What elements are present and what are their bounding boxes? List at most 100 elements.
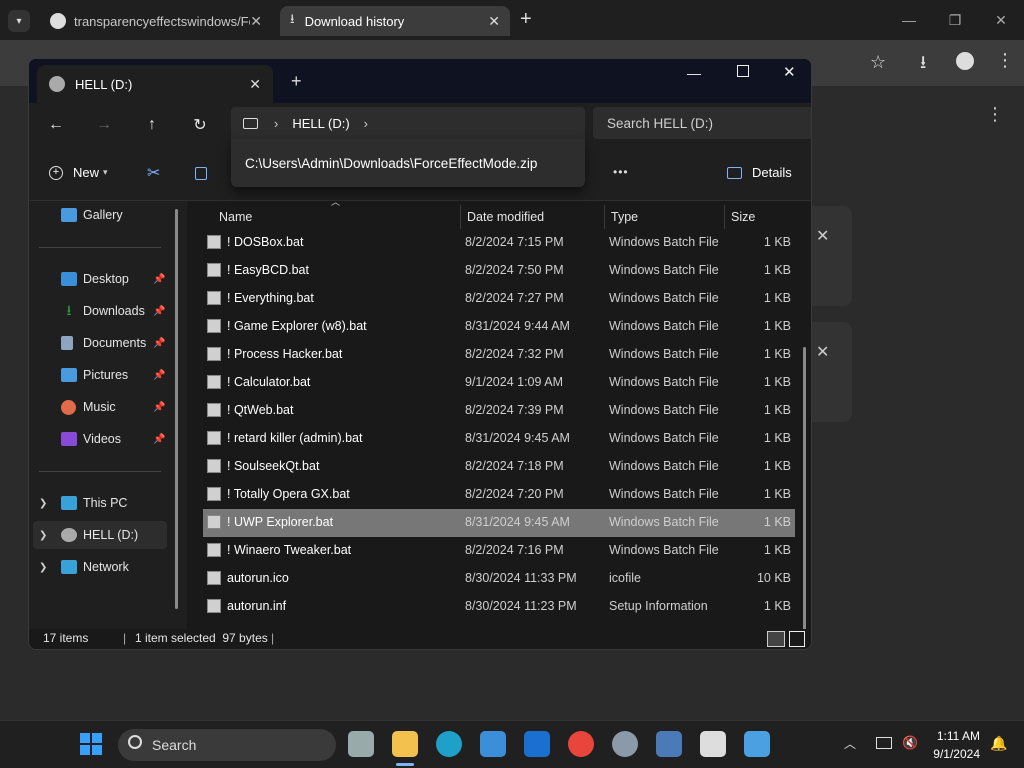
sidebar-scrollbar[interactable] <box>175 209 178 609</box>
pin-icon[interactable]: 📌 <box>153 306 165 317</box>
close-icon[interactable]: ✕ <box>250 13 262 30</box>
sidebar-item-pictures[interactable]: Pictures 📌 <box>29 361 177 389</box>
sidebar-item-videos[interactable]: Videos 📌 <box>29 425 177 453</box>
table-row[interactable]: ! UWP Explorer.bat 8/31/2024 9:45 AM Windo… <box>203 509 795 537</box>
sidebar-item-documents[interactable]: Documents 📌 <box>29 329 177 357</box>
file-date: 8/31/2024 9:44 AM <box>465 319 570 333</box>
chevron-right-icon[interactable]: ❯ <box>39 562 47 573</box>
settings-icon[interactable] <box>612 731 638 757</box>
tab-search-button[interactable]: ▾ <box>8 10 30 32</box>
clock-date[interactable]: 9/1/2024 <box>922 747 980 761</box>
table-row[interactable]: ! Everything.bat 8/2/2024 7:27 PM Windows … <box>203 285 795 313</box>
cut-icon[interactable]: ✂ <box>147 163 160 183</box>
edge-icon[interactable] <box>436 731 462 757</box>
copy-icon[interactable] <box>195 167 207 180</box>
browser-tab-github[interactable]: transparencyeffectswindows/Fo ✕ <box>40 6 272 36</box>
table-row[interactable]: ! Totally Opera GX.bat 8/2/2024 7:20 PM Wi… <box>203 481 795 509</box>
chrome-icon[interactable] <box>568 731 594 757</box>
pin-icon[interactable]: 📌 <box>153 434 165 445</box>
table-row[interactable]: ! DOSBox.bat 8/2/2024 7:15 PM Windows Batc… <box>203 229 795 257</box>
sidebar-item-downloads[interactable]: ⭳ Downloads 📌 <box>29 297 177 325</box>
table-row[interactable]: ! retard killer (admin).bat 8/31/2024 9:4… <box>203 425 795 453</box>
file-explorer-icon[interactable] <box>392 731 418 757</box>
store-icon[interactable] <box>480 731 506 757</box>
up-button[interactable]: ↑ <box>137 111 167 139</box>
table-row[interactable]: ! SoulseekQt.bat 8/2/2024 7:18 PM Windows … <box>203 453 795 481</box>
explorer-tab[interactable]: HELL (D:) ✕ <box>37 65 273 103</box>
volume-icon[interactable]: 🔇 <box>902 735 918 751</box>
chevron-right-icon[interactable]: › <box>364 116 368 131</box>
outlook-icon[interactable] <box>524 731 550 757</box>
downloads-icon[interactable]: ⭳ <box>920 50 926 80</box>
breadcrumb-drive[interactable]: HELL (D:) <box>292 116 349 131</box>
sidebar-item-network[interactable]: ❯ Network <box>29 553 177 581</box>
tiles-view-icon[interactable] <box>789 631 805 647</box>
search-input[interactable]: Search HELL (D:) <box>593 107 811 139</box>
back-button[interactable]: ← <box>41 111 71 139</box>
start-icon[interactable] <box>80 733 102 755</box>
star-icon[interactable]: ☆ <box>870 52 886 73</box>
table-row[interactable]: autorun.inf 8/30/2024 11:23 PM Setup Infor… <box>203 593 795 621</box>
taskbar-search[interactable]: Search <box>118 729 336 761</box>
column-header-date[interactable]: Date modified <box>461 205 605 229</box>
pin-icon[interactable]: 📌 <box>153 402 165 413</box>
pin-icon[interactable]: 📌 <box>153 338 165 349</box>
window-app-icon[interactable] <box>744 731 770 757</box>
close-icon[interactable]: ✕ <box>488 13 500 30</box>
table-row[interactable]: autorun.ico 8/30/2024 11:33 PM icofile 10 K… <box>203 565 795 593</box>
details-button[interactable]: Details <box>727 165 792 180</box>
close-icon[interactable]: ✕ <box>816 342 829 362</box>
table-row[interactable]: ! Process Hacker.bat 8/2/2024 7:32 PM Wind… <box>203 341 795 369</box>
maximize-button[interactable] <box>737 65 749 77</box>
address-suggestion[interactable]: C:\Users\Admin\Downloads\ForceEffectMode… <box>231 139 585 187</box>
clock-time[interactable]: 1:11 AM <box>930 729 980 743</box>
new-tab-button[interactable]: + <box>291 71 302 92</box>
chevron-up-icon[interactable]: ︿ <box>844 735 856 752</box>
new-button[interactable]: + New ▾ <box>49 165 108 180</box>
sidebar-item-desktop[interactable]: Desktop 📌 <box>29 265 177 293</box>
browser-tab-download-history[interactable]: ⭳ Download history ✕ <box>280 6 510 36</box>
file-name: ! Totally Opera GX.bat <box>227 487 350 501</box>
videos-icon <box>61 432 77 446</box>
minimize-button[interactable]: — <box>886 6 932 34</box>
network-icon[interactable] <box>876 737 892 749</box>
new-tab-button[interactable]: + <box>520 8 532 31</box>
pin-icon[interactable]: 📌 <box>153 370 165 381</box>
table-row[interactable]: ! Game Explorer (w8).bat 8/31/2024 9:44 A… <box>203 313 795 341</box>
column-header-size[interactable]: Size <box>725 205 795 229</box>
pin-icon[interactable]: 📌 <box>153 274 165 285</box>
7zip-icon[interactable] <box>700 731 726 757</box>
more-options-icon[interactable]: ••• <box>613 165 629 179</box>
photos-icon[interactable] <box>656 731 682 757</box>
sidebar-item-gallery[interactable]: Gallery <box>29 201 177 229</box>
table-row[interactable]: ! Winaero Tweaker.bat 8/2/2024 7:16 PM Win… <box>203 537 795 565</box>
close-icon[interactable]: ✕ <box>249 76 261 93</box>
table-row[interactable]: ! EasyBCD.bat 8/2/2024 7:50 PM Windows Bat… <box>203 257 795 285</box>
address-bar[interactable]: › HELL (D:) › <box>231 107 585 139</box>
chevron-right-icon[interactable]: ❯ <box>39 498 47 509</box>
close-button[interactable]: ✕ <box>978 6 1024 34</box>
menu-icon[interactable]: ⋮ <box>996 50 1014 71</box>
vertical-scrollbar[interactable] <box>803 347 806 649</box>
menu-icon[interactable]: ⋮ <box>986 104 1004 125</box>
sidebar-item-hell-drive[interactable]: ❯ HELL (D:) <box>33 521 167 549</box>
active-app-indicator <box>396 763 414 766</box>
refresh-button[interactable]: ↻ <box>185 111 215 139</box>
close-icon[interactable]: ✕ <box>816 226 829 246</box>
details-view-icon[interactable] <box>767 631 785 647</box>
task-view-icon[interactable] <box>348 731 374 757</box>
notification-bell-icon[interactable]: 🔔 <box>990 735 1007 752</box>
table-row[interactable]: ! QtWeb.bat 8/2/2024 7:39 PM Windows Batch… <box>203 397 795 425</box>
table-row[interactable]: ! Calculator.bat 9/1/2024 1:09 AM Windows … <box>203 369 795 397</box>
minimize-button[interactable]: — <box>687 65 701 81</box>
column-header-name[interactable]: Name <box>213 205 461 229</box>
sidebar-item-music[interactable]: Music 📌 <box>29 393 177 421</box>
forward-button[interactable]: → <box>89 111 119 139</box>
sidebar-item-this-pc[interactable]: ❯ This PC <box>29 489 177 517</box>
profile-icon[interactable] <box>956 52 974 70</box>
column-header-type[interactable]: Type <box>605 205 725 229</box>
maximize-button[interactable]: ❐ <box>932 6 978 34</box>
file-type: Windows Batch File <box>609 543 719 557</box>
chevron-right-icon[interactable]: ❯ <box>39 530 47 541</box>
close-button[interactable]: ✕ <box>783 63 796 81</box>
